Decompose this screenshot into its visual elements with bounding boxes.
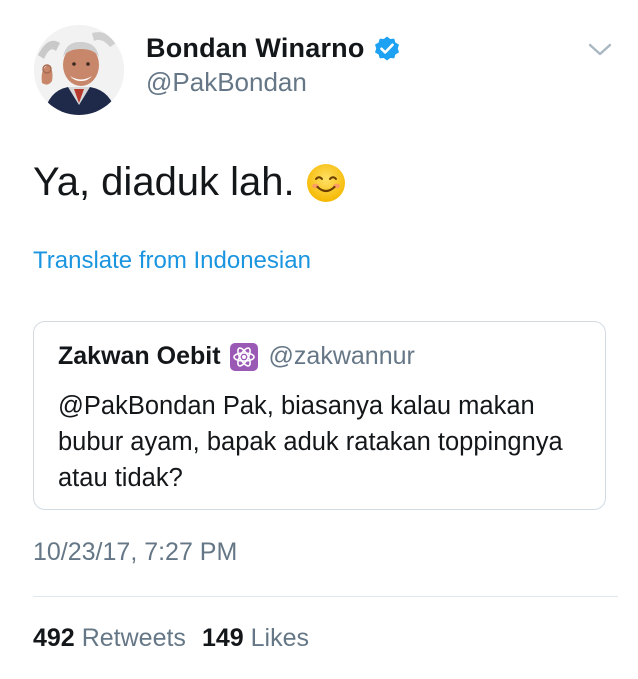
- likes-label[interactable]: Likes: [251, 624, 309, 653]
- likes-count[interactable]: 149: [202, 624, 244, 653]
- smiling-face-emoji-icon: [305, 162, 347, 204]
- chevron-down-icon[interactable]: [585, 40, 615, 60]
- quoted-tweet-card[interactable]: Zakwan Oebit @zakwannur @PakBondan Pak, …: [33, 321, 606, 510]
- quoted-author-handle: @zakwannur: [268, 342, 415, 370]
- likes-group[interactable]: 149 Likes: [202, 624, 309, 653]
- tweet-text-content: Ya, diaduk lah.: [33, 160, 295, 204]
- quoted-tweet-header: Zakwan Oebit @zakwannur: [58, 342, 415, 371]
- tweet-card: Bondan Winarno @PakBondan Ya, diaduk lah…: [0, 0, 638, 679]
- tweet-timestamp[interactable]: 10/23/17, 7:27 PM: [33, 538, 237, 567]
- author-display-name[interactable]: Bondan Winarno: [146, 33, 365, 64]
- retweets-count[interactable]: 492: [33, 624, 75, 653]
- author-handle[interactable]: @PakBondan: [146, 67, 307, 98]
- retweets-label[interactable]: Retweets: [82, 624, 186, 653]
- atom-symbol-icon: [229, 342, 258, 371]
- tweet-stats: 492 Retweets 149 Likes: [33, 624, 309, 653]
- quoted-author-name: Zakwan Oebit: [58, 342, 221, 370]
- avatar-photo-icon: [34, 25, 124, 115]
- divider: [33, 596, 618, 597]
- avatar[interactable]: [34, 25, 124, 115]
- verified-badge-icon: [373, 35, 401, 63]
- tweet-text: Ya, diaduk lah.: [33, 160, 347, 205]
- translate-link[interactable]: Translate from Indonesian: [33, 247, 311, 275]
- quoted-tweet-text: @PakBondan Pak, biasanya kalau makan bub…: [58, 392, 563, 492]
- author-name-row[interactable]: Bondan Winarno: [146, 33, 401, 64]
